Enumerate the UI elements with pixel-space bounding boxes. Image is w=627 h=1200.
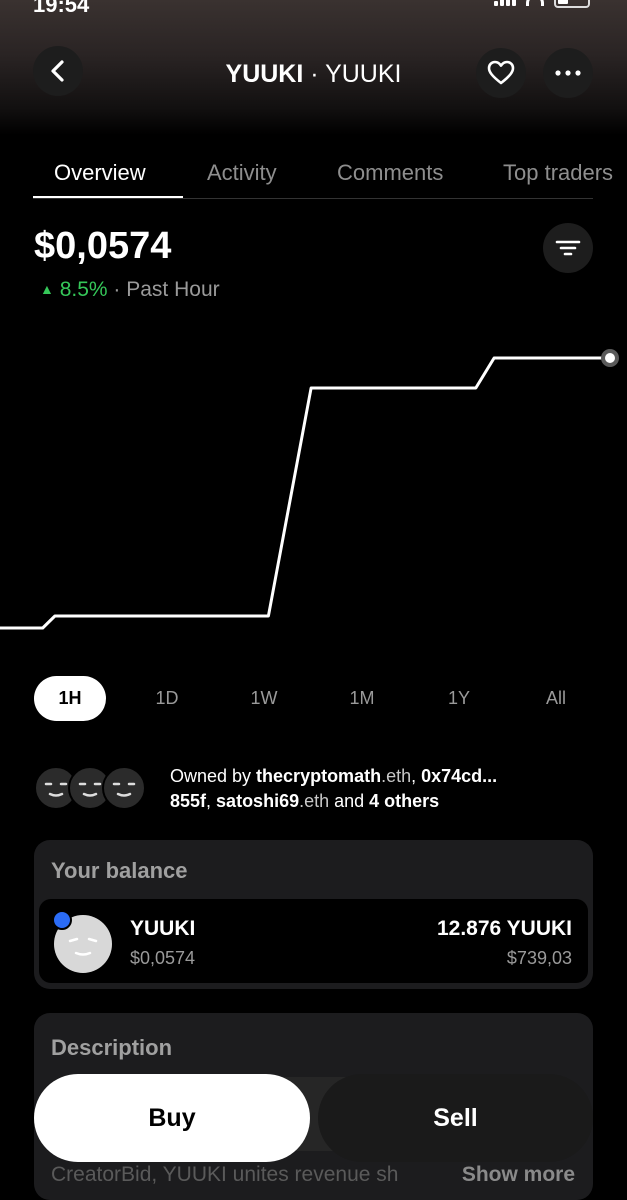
change-period: Past Hour: [126, 278, 220, 301]
status-icons: [494, 0, 590, 8]
favorite-button[interactable]: [476, 48, 526, 98]
price-line: [0, 356, 610, 630]
status-bar: 19:54: [0, 0, 627, 17]
battery-icon: [554, 0, 590, 8]
ellipsis-icon: [555, 70, 581, 76]
more-options-button[interactable]: [543, 48, 593, 98]
holding-token-price: $0,0574: [130, 948, 196, 968]
time-range-selector: 1H 1D 1W 1M 1Y All: [34, 676, 594, 721]
range-all[interactable]: All: [520, 676, 592, 721]
price-chart[interactable]: [0, 320, 627, 660]
holding-usd-value: $739,03: [506, 948, 572, 968]
tab-bar: Overview Activity Comments Top traders: [33, 160, 613, 199]
up-arrow-icon: ▲: [40, 281, 54, 297]
title-separator: ·: [303, 60, 326, 88]
page-title: YUUKI · YUUKI: [0, 60, 627, 89]
owner-link[interactable]: 855f: [170, 791, 206, 811]
range-1w[interactable]: 1W: [228, 676, 300, 721]
owner-link[interactable]: 0x74cd...: [421, 766, 497, 786]
holding-row[interactable]: YUUKI $0,0574 12.876 YUUKI $739,03: [39, 899, 588, 983]
tab-top-traders[interactable]: Top traders: [503, 160, 613, 186]
token-symbol: YUUKI: [225, 60, 304, 88]
balance-title: Your balance: [51, 858, 188, 883]
holding-amount: 12.876 YUUKI: [436, 917, 572, 940]
owner-link[interactable]: thecryptomath: [256, 766, 381, 786]
others-link[interactable]: 4 others: [369, 791, 439, 811]
current-point: [605, 353, 615, 363]
range-1y[interactable]: 1Y: [423, 676, 495, 721]
owners-text: Owned by thecryptomath.eth, 0x74cd... 85…: [170, 766, 498, 811]
owner-link[interactable]: satoshi69: [216, 791, 299, 811]
chart-filter-button[interactable]: [543, 223, 593, 273]
price-change: ▲ 8.5% · Past Hour: [40, 278, 220, 301]
wifi-icon: [526, 0, 544, 6]
range-1d[interactable]: 1D: [131, 676, 203, 721]
buy-button[interactable]: Buy: [34, 1074, 310, 1162]
tab-activity[interactable]: Activity: [207, 160, 277, 186]
balance-card: Your balance YUUKI $0,0574 12.876 YUUKI …: [34, 840, 593, 989]
holding-token-name: YUUKI: [130, 917, 196, 940]
chain-badge-icon: [52, 910, 72, 930]
sell-button[interactable]: Sell: [318, 1074, 593, 1162]
filter-icon: [555, 240, 581, 256]
avatar: [102, 766, 146, 810]
description-text: CreatorBid, YUUKI unites revenue sh: [51, 1163, 399, 1186]
range-1m[interactable]: 1M: [326, 676, 398, 721]
tab-overview[interactable]: Overview: [54, 160, 146, 186]
signal-icon: [494, 0, 516, 6]
active-tab-indicator: [33, 196, 183, 198]
range-1h[interactable]: 1H: [34, 676, 106, 721]
show-more-link[interactable]: Show more: [462, 1163, 575, 1187]
owners-row[interactable]: Owned by thecryptomath.eth, 0x74cd... 85…: [34, 764, 594, 818]
description-title: Description: [51, 1035, 173, 1060]
token-price: $0,0574: [34, 225, 172, 267]
change-percent: 8.5%: [59, 278, 108, 301]
heart-icon: [487, 60, 515, 85]
status-time: 19:54: [33, 0, 90, 17]
token-name: YUUKI: [325, 60, 402, 88]
tab-comments[interactable]: Comments: [337, 160, 443, 186]
